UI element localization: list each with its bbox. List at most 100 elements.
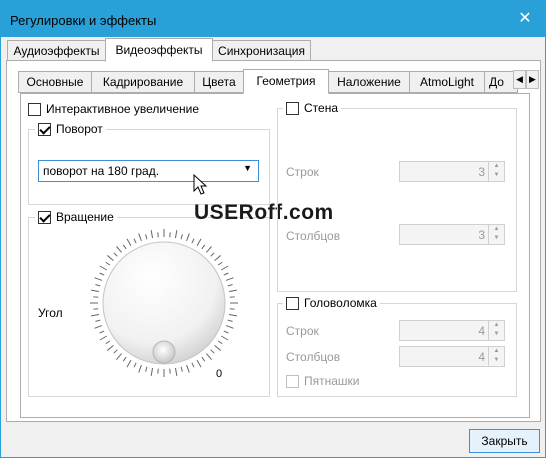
spin-arrows-icon[interactable]: ▲ ▼: [488, 162, 504, 181]
dial-tick: [227, 284, 233, 287]
interactive-zoom-box[interactable]: [28, 102, 41, 116]
interactive-zoom-checkbox[interactable]: Интерактивное увеличение: [28, 102, 199, 116]
blackslot-box[interactable]: [286, 374, 299, 388]
dial-tick: [196, 238, 202, 247]
blackslot-label: Пятнашки: [304, 374, 360, 388]
wall-rows-label: Строк: [286, 165, 319, 179]
dial-tick: [220, 265, 229, 271]
dial-tick: [174, 230, 178, 239]
dial-tick: [225, 277, 234, 281]
dial-tick: [174, 367, 178, 376]
dial-tick: [94, 277, 103, 281]
dial-tick: [150, 367, 154, 376]
dial-tick: [138, 233, 142, 242]
rotate-box[interactable]: [38, 122, 51, 136]
dial-tick: [113, 252, 118, 257]
dial-tick: [227, 319, 233, 322]
puzzle-label: Головоломка: [304, 296, 377, 310]
dial-tick: [186, 364, 190, 373]
dial-tick: [225, 325, 234, 329]
blackslot-checkbox[interactable]: Пятнашки: [286, 374, 360, 388]
interactive-zoom-label: Интерактивное увеличение: [46, 102, 200, 116]
dial-tick: [210, 252, 215, 257]
rotation-box[interactable]: [38, 210, 51, 224]
dial-tick: [122, 244, 127, 250]
angle-dial[interactable]: [89, 228, 239, 378]
spin-arrows-icon[interactable]: ▲ ▼: [488, 321, 504, 340]
tab-atmolight[interactable]: AtmoLight: [409, 71, 485, 93]
dial-tick: [116, 353, 122, 361]
wall-checkbox[interactable]: Стена: [283, 101, 342, 115]
tab-video-effects[interactable]: Видеоэффекты: [105, 38, 213, 62]
title-bar: Регулировки и эффекты ✕: [1, 1, 545, 37]
dial-tick: [95, 284, 101, 287]
tab-synchronization[interactable]: Синхронизация: [212, 40, 311, 62]
puzzle-cols-label: Столбцов: [286, 350, 341, 364]
dial-tick: [99, 330, 105, 334]
dial-tick: [214, 255, 222, 261]
wall-cols-spinbox[interactable]: 3 ▲ ▼: [399, 224, 505, 245]
rotate-select[interactable]: поворот на 180 град. ▼: [38, 160, 259, 182]
close-window-button[interactable]: ✕: [517, 11, 533, 27]
angle-value: 0: [216, 368, 223, 380]
dial-tick: [210, 349, 215, 354]
dial-tick: [150, 230, 154, 239]
dial-tick: [201, 356, 206, 362]
dial-tick: [122, 356, 127, 362]
tab-scroll-right-button[interactable]: ▶: [526, 70, 539, 89]
dial-tick: [126, 359, 132, 368]
puzzle-checkbox[interactable]: Головоломка: [283, 296, 380, 310]
dial-handle[interactable]: [152, 340, 176, 364]
puzzle-cols-spinbox[interactable]: 4 ▲ ▼: [399, 346, 505, 367]
wall-label: Стена: [304, 101, 339, 115]
rotate-checkbox[interactable]: Поворот: [35, 122, 106, 136]
dial-tick: [228, 289, 237, 293]
chevron-down-icon: ▼: [243, 163, 252, 173]
dial-tick: [180, 234, 183, 240]
spin-arrows-icon[interactable]: ▲ ▼: [488, 347, 504, 366]
dial-tick: [228, 313, 237, 317]
wall-cols-label: Столбцов: [286, 229, 341, 243]
dial-tick: [105, 261, 111, 266]
dial-tick: [201, 244, 206, 250]
dial-tick: [186, 233, 190, 242]
tab-overlay[interactable]: Наложение: [328, 71, 410, 93]
dial-tick: [145, 366, 148, 372]
wall-group: [277, 108, 517, 292]
dial-tick: [217, 340, 223, 345]
window-title: Регулировки и эффекты: [10, 13, 157, 28]
angle-label: Угол: [38, 306, 63, 320]
dial-tick: [196, 359, 202, 368]
dial-tick: [95, 319, 101, 322]
dial-tick: [113, 349, 118, 354]
spin-arrows-icon[interactable]: ▲ ▼: [488, 225, 504, 244]
dial-tick: [106, 255, 114, 261]
rotation-checkbox[interactable]: Вращение: [35, 210, 117, 224]
close-button[interactable]: Закрыть: [469, 429, 540, 453]
tab-geometry[interactable]: Геометрия: [243, 69, 329, 94]
tab-colors[interactable]: Цвета: [194, 71, 244, 93]
wall-box[interactable]: [286, 101, 299, 115]
wall-rows-spinbox[interactable]: 3 ▲ ▼: [399, 161, 505, 182]
dial-tick: [106, 345, 114, 351]
dial-tick: [91, 313, 100, 317]
dial-tick: [94, 325, 103, 329]
dial-tick: [133, 362, 137, 368]
tab-essential[interactable]: Основные: [18, 71, 92, 93]
dial-tick: [138, 364, 142, 373]
dial-tick: [116, 245, 122, 253]
tab-crop[interactable]: Кадрирование: [91, 71, 195, 93]
dial-tick: [91, 289, 100, 293]
tab-audio-effects[interactable]: Аудиоэффекты: [7, 40, 106, 62]
puzzle-rows-spinbox[interactable]: 4 ▲ ▼: [399, 320, 505, 341]
dial-tick: [99, 265, 108, 271]
rotate-label: Поворот: [56, 122, 103, 136]
dial-tick: [223, 272, 229, 276]
dial-tick: [223, 330, 229, 334]
puzzle-box[interactable]: [286, 296, 299, 310]
rotate-select-value: поворот на 180 град.: [43, 164, 160, 178]
dial-tick: [99, 272, 105, 276]
mouse-cursor-icon: [193, 174, 208, 195]
tab-scroll-left-button[interactable]: ◀: [513, 70, 526, 89]
dial-tick: [191, 238, 195, 244]
